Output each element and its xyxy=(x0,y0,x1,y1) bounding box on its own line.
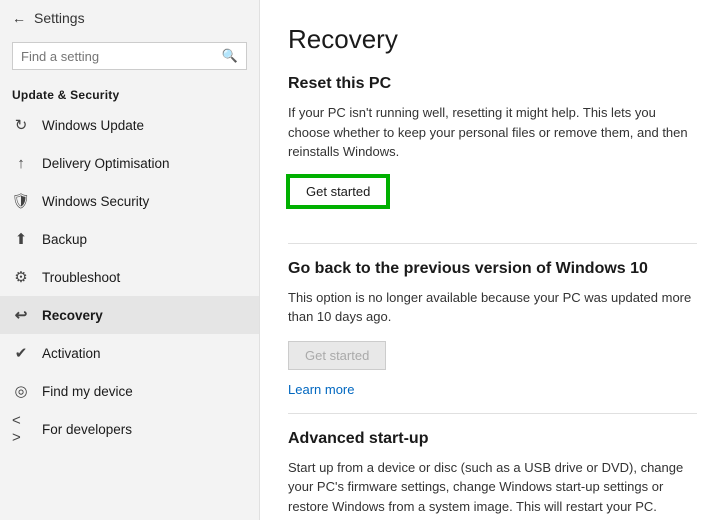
reset-section-title: Reset this PC xyxy=(288,75,697,93)
section-label: Update & Security xyxy=(0,80,259,106)
windows-security-icon: 🛡 xyxy=(12,192,30,210)
learn-more-link[interactable]: Learn more xyxy=(288,382,697,397)
go-back-section-desc: This option is no longer available becau… xyxy=(288,288,697,327)
main-content: Recovery Reset this PC If your PC isn't … xyxy=(260,0,725,520)
sidebar-item-label-windows-security: Windows Security xyxy=(42,194,149,209)
sidebar-item-recovery[interactable]: ↩ Recovery xyxy=(0,296,259,334)
settings-back-header[interactable]: ← Settings xyxy=(0,0,259,36)
back-arrow-icon[interactable]: ← xyxy=(12,10,26,26)
sidebar-item-label-windows-update: Windows Update xyxy=(42,118,144,133)
page-title: Recovery xyxy=(288,24,697,55)
sidebar-item-label-activation: Activation xyxy=(42,346,101,361)
sidebar-item-label-troubleshoot: Troubleshoot xyxy=(42,270,120,285)
go-back-section-title: Go back to the previous version of Windo… xyxy=(288,260,697,278)
sidebar-item-windows-update[interactable]: ↻ Windows Update xyxy=(0,106,259,144)
delivery-optimisation-icon: ↑ xyxy=(12,154,30,172)
search-box[interactable]: 🔍 xyxy=(12,42,247,70)
advanced-section-title: Advanced start-up xyxy=(288,430,697,448)
sidebar-item-backup[interactable]: ⬆ Backup xyxy=(0,220,259,258)
reset-get-started-button[interactable]: Get started xyxy=(288,176,388,207)
divider-1 xyxy=(288,243,697,244)
for-developers-icon: < > xyxy=(12,420,30,438)
sidebar-item-label-backup: Backup xyxy=(42,232,87,247)
sidebar-item-troubleshoot[interactable]: ⚙ Troubleshoot xyxy=(0,258,259,296)
settings-title: Settings xyxy=(34,10,85,26)
search-input[interactable] xyxy=(21,49,216,64)
sidebar: ← Settings 🔍 Update & Security ↻ Windows … xyxy=(0,0,260,520)
search-icon: 🔍 xyxy=(222,48,238,64)
sidebar-item-windows-security[interactable]: 🛡 Windows Security xyxy=(0,182,259,220)
sidebar-item-label-find-my-device: Find my device xyxy=(42,384,133,399)
troubleshoot-icon: ⚙ xyxy=(12,268,30,286)
nav-list: ↻ Windows Update ↑ Delivery Optimisation 🛡 Wi… xyxy=(0,106,259,448)
advanced-section-desc: Start up from a device or disc (such as … xyxy=(288,458,697,517)
sidebar-item-for-developers[interactable]: < > For developers xyxy=(0,410,259,448)
go-back-get-started-button: Get started xyxy=(288,341,386,370)
windows-update-icon: ↻ xyxy=(12,116,30,134)
recovery-icon: ↩ xyxy=(12,306,30,324)
sidebar-item-activation[interactable]: ✔ Activation xyxy=(0,334,259,372)
activation-icon: ✔ xyxy=(12,344,30,362)
sidebar-item-find-my-device[interactable]: ◎ Find my device xyxy=(0,372,259,410)
divider-2 xyxy=(288,413,697,414)
reset-section-desc: If your PC isn't running well, resetting… xyxy=(288,103,697,162)
find-my-device-icon: ◎ xyxy=(12,382,30,400)
backup-icon: ⬆ xyxy=(12,230,30,248)
sidebar-item-label-delivery-optimisation: Delivery Optimisation xyxy=(42,156,170,171)
sidebar-item-label-for-developers: For developers xyxy=(42,422,132,437)
sidebar-item-label-recovery: Recovery xyxy=(42,308,103,323)
sidebar-item-delivery-optimisation[interactable]: ↑ Delivery Optimisation xyxy=(0,144,259,182)
